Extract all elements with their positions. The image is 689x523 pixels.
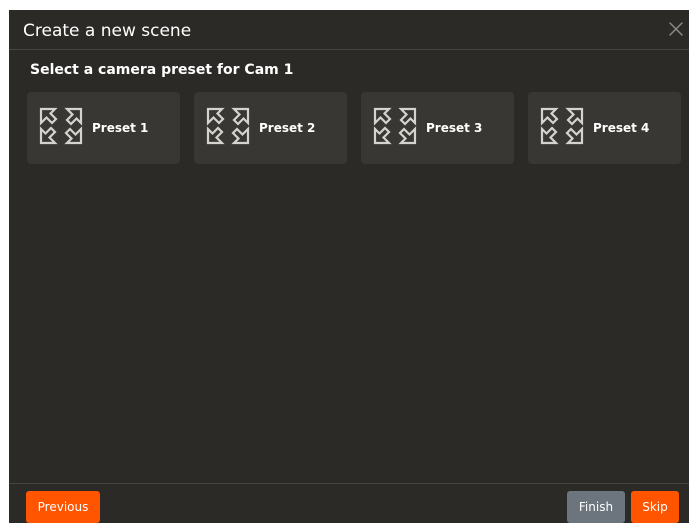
finish-button[interactable]: Finish: [567, 491, 625, 523]
dialog-title: Create a new scene: [23, 21, 192, 41]
dialog-header: Create a new scene: [9, 10, 689, 50]
expand-arrows-icon: [38, 106, 84, 146]
preset-card-4[interactable]: Preset 4: [528, 92, 681, 164]
preset-label: Preset 3: [426, 121, 483, 135]
skip-button[interactable]: Skip: [631, 491, 679, 523]
expand-arrows-icon: [539, 106, 585, 146]
dialog-footer: Previous Finish Skip: [9, 483, 689, 523]
close-icon: [669, 22, 683, 36]
preset-list: Preset 1 Preset 2 Preset 3 Preset 4: [27, 92, 681, 164]
previous-button[interactable]: Previous: [26, 491, 100, 523]
close-button[interactable]: [663, 16, 689, 42]
preset-label: Preset 2: [259, 121, 316, 135]
preset-prompt: Select a camera preset for Cam 1: [30, 62, 294, 78]
preset-card-1[interactable]: Preset 1: [27, 92, 180, 164]
expand-arrows-icon: [205, 106, 251, 146]
preset-label: Preset 1: [92, 121, 149, 135]
preset-card-3[interactable]: Preset 3: [361, 92, 514, 164]
create-scene-dialog: Create a new scene Select a camera prese…: [9, 10, 689, 523]
expand-arrows-icon: [372, 106, 418, 146]
preset-card-2[interactable]: Preset 2: [194, 92, 347, 164]
preset-label: Preset 4: [593, 121, 650, 135]
